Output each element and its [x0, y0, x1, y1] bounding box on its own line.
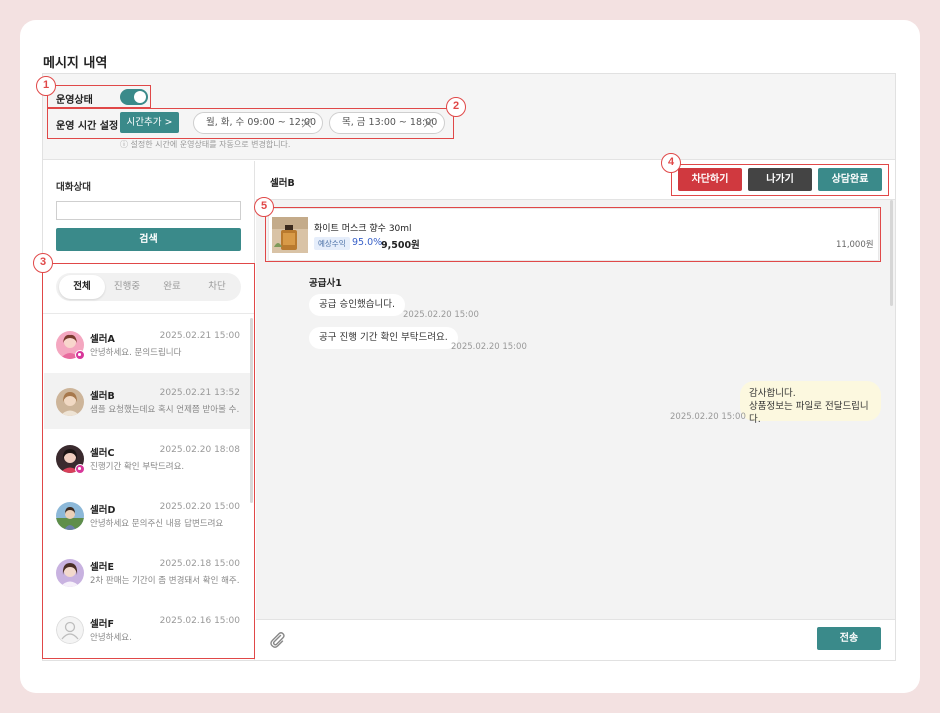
- annotation-box-4: [671, 164, 889, 196]
- message-time: 2025.02.20 15:00: [451, 342, 527, 352]
- my-message-line: 상품정보는 파일로 전달드립니다.: [749, 401, 869, 425]
- annotation-number: 4: [661, 153, 681, 173]
- partner-label: 대화상대: [56, 182, 91, 193]
- annotation-number: 3: [33, 253, 53, 273]
- message-bubble: 공구 진행 기간 확인 부탁드려요.: [309, 327, 458, 349]
- annotation-box-2: [47, 108, 454, 139]
- message-bubble: 공급 승인했습니다.: [309, 294, 405, 316]
- annotation-box-3: [42, 263, 255, 659]
- my-message-bubble: 감사합니다. 상품정보는 파일로 전달드립니다.: [740, 381, 881, 425]
- page-title: 메시지 내역: [43, 56, 108, 71]
- send-button[interactable]: 전송: [817, 627, 881, 650]
- annotation-number: 2: [446, 97, 466, 117]
- message-time: 2025.02.20 15:00: [403, 310, 479, 320]
- search-input[interactable]: [56, 201, 241, 220]
- message-input-bar[interactable]: [256, 619, 895, 660]
- time-hint: ⓘ 설정한 시간에 운영상태를 자동으로 변경합니다.: [120, 140, 291, 149]
- annotation-box-1: [47, 85, 151, 108]
- my-message-line: 감사합니다.: [749, 388, 796, 399]
- annotation-number: 1: [36, 76, 56, 96]
- paperclip-icon[interactable]: [268, 630, 286, 648]
- chat-partner-name: 셀러B: [270, 178, 295, 189]
- search-button[interactable]: 검색: [56, 228, 241, 251]
- annotation-box-5: [265, 207, 881, 262]
- message-time: 2025.02.20 15:00: [670, 412, 746, 422]
- sender-name: 공급사1: [309, 278, 342, 289]
- chat-scrollbar[interactable]: [890, 200, 893, 306]
- annotation-number: 5: [254, 197, 274, 217]
